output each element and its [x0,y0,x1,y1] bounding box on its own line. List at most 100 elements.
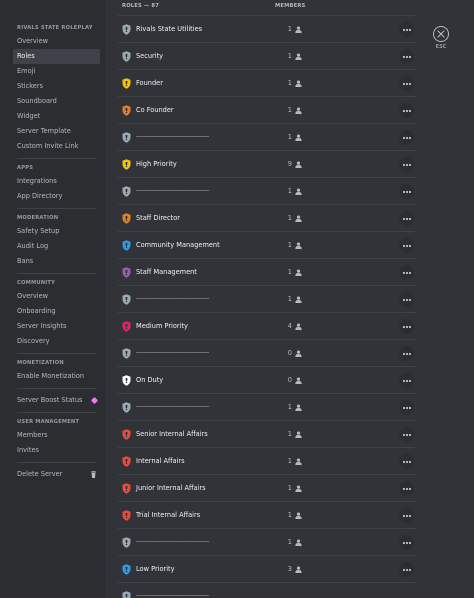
sidebar-item-community-overview[interactable]: Overview [13,289,100,304]
sidebar-item-members[interactable]: Members [13,428,100,443]
role-row[interactable]: Low Priority 3 [118,555,416,582]
person-icon [295,404,302,411]
ellipsis-dot-icon [405,434,408,436]
ellipsis-dot-icon [402,164,405,166]
role-row[interactable]: —————————————— 1 [118,393,416,420]
role-row[interactable]: Founder 1 [118,69,416,96]
more-options-button[interactable] [399,211,414,226]
role-row[interactable]: —————————————— 1 [118,177,416,204]
role-row[interactable]: Medium Priority 4 [118,312,416,339]
ellipsis-dot-icon [402,380,405,382]
sidebar-item-onboarding[interactable]: Onboarding [13,304,100,319]
role-name: Community Management [136,241,220,249]
role-row[interactable]: Staff Director 1 [118,204,416,231]
sidebar-item-audit-log[interactable]: Audit Log [13,239,100,254]
sidebar-item-server-boost-status[interactable]: Server Boost Status [13,393,100,408]
more-options-button[interactable] [399,373,414,388]
more-options-button[interactable] [399,184,414,199]
ellipsis-dot-icon [402,218,405,220]
role-row[interactable]: Rivals State Utilities 1 [118,15,416,42]
sidebar-item-soundboard[interactable]: Soundboard [13,94,100,109]
role-row[interactable]: Staff Management 1 [118,258,416,285]
ellipsis-dot-icon [408,164,411,166]
sidebar-item-server-insights[interactable]: Server Insights [13,319,100,334]
ellipsis-dot-icon [408,407,411,409]
sidebar-item-invites[interactable]: Invites [13,443,100,458]
role-row[interactable]: Trial Internal Affairs 1 [118,501,416,528]
sidebar-item-discovery[interactable]: Discovery [13,334,100,349]
more-options-button[interactable] [399,535,414,550]
role-shield-icon [122,51,131,62]
more-options-button[interactable] [399,454,414,469]
ellipsis-dot-icon [408,272,411,274]
sidebar-item-server-template[interactable]: Server Template [13,124,100,139]
more-options-button[interactable] [399,400,414,415]
sidebar-divider [17,353,96,354]
sidebar-item-custom-invite-link[interactable]: Custom Invite Link [13,139,100,154]
person-icon [295,431,302,438]
ellipsis-dot-icon [402,488,405,490]
role-row[interactable]: —————————————— 0 [118,339,416,366]
role-row[interactable]: On Duty 0 [118,366,416,393]
more-options-button[interactable] [399,292,414,307]
more-options-button[interactable] [399,346,414,361]
role-name: Co Founder [136,106,174,114]
role-member-count: 1 [287,133,292,141]
more-options-button[interactable] [399,562,414,577]
role-row[interactable]: —————————————— 1 [118,285,416,312]
more-options-button[interactable] [399,319,414,334]
ellipsis-dot-icon [402,83,405,85]
role-member-count: 1 [287,430,292,438]
more-options-button[interactable] [399,427,414,442]
sidebar-item-integrations[interactable]: Integrations [13,174,100,189]
role-shield-icon [122,429,131,440]
more-options-button[interactable] [399,76,414,91]
role-row[interactable]: —————————————— 1 [118,123,416,150]
role-name: Senior Internal Affairs [136,430,208,438]
more-options-button[interactable] [399,265,414,280]
ellipsis-dot-icon [408,542,411,544]
person-icon [295,134,302,141]
ellipsis-dot-icon [408,137,411,139]
role-shield-icon [122,402,131,413]
sidebar-item-emoji[interactable]: Emoji [13,64,100,79]
role-row[interactable]: High Priority 9 [118,150,416,177]
community-heading: COMMUNITY [17,280,56,286]
server-name-heading: RIVALS STATE ROLEPLAY [17,25,93,31]
sidebar-item-bans[interactable]: Bans [13,254,100,269]
sidebar-item-stickers[interactable]: Stickers [13,79,100,94]
sidebar-item-overview[interactable]: Overview [13,34,100,49]
more-options-button[interactable] [399,130,414,145]
role-row[interactable]: —————————————— 1 [118,528,416,555]
boost-gem-icon [90,396,99,405]
more-options-button[interactable] [399,49,414,64]
more-options-button[interactable] [399,481,414,496]
close-button[interactable] [433,26,449,42]
role-row[interactable]: Internal Affairs 1 [118,447,416,474]
sidebar-item-safety-setup[interactable]: Safety Setup [13,224,100,239]
role-row[interactable]: Community Management 1 [118,231,416,258]
ellipsis-dot-icon [405,488,408,490]
more-options-button[interactable] [399,22,414,37]
ellipsis-dot-icon [408,515,411,517]
role-shield-icon [122,159,131,170]
ellipsis-dot-icon [408,353,411,355]
role-shield-icon [122,321,131,332]
more-options-button[interactable] [399,157,414,172]
role-shield-icon [122,591,131,598]
role-row[interactable]: Security 1 [118,42,416,69]
sidebar-item-app-directory[interactable]: App Directory [13,189,100,204]
person-icon [295,188,302,195]
ellipsis-dot-icon [402,461,405,463]
sidebar-item-enable-monetization[interactable]: Enable Monetization [13,369,100,384]
more-options-button[interactable] [399,238,414,253]
sidebar-item-delete-server[interactable]: Delete Server [13,467,100,482]
role-row[interactable]: Senior Internal Affairs 1 [118,420,416,447]
sidebar-item-widget[interactable]: Widget [13,109,100,124]
role-row[interactable]: Junior Internal Affairs 1 [118,474,416,501]
more-options-button[interactable] [399,508,414,523]
more-options-button[interactable] [399,103,414,118]
sidebar-item-roles[interactable]: Roles [13,49,100,64]
role-row[interactable]: Co Founder 1 [118,96,416,123]
role-row[interactable]: —————————————— [118,582,416,598]
